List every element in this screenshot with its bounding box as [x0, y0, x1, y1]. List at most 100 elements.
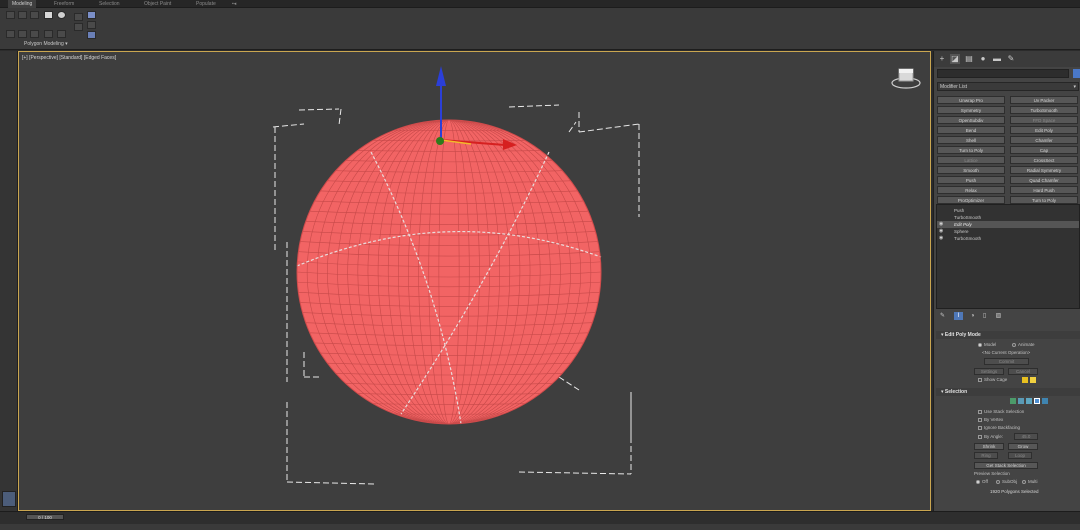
- visibility-eye-icon[interactable]: ◉: [939, 221, 943, 228]
- modifier-button[interactable]: Radial Symmetry: [1010, 166, 1078, 174]
- show-end-result-icon[interactable]: I: [954, 312, 963, 320]
- object-name-field[interactable]: [937, 69, 1069, 78]
- modifier-button[interactable]: Uv Packer: [1010, 96, 1078, 104]
- element-icon[interactable]: [57, 11, 66, 19]
- display-tab-icon[interactable]: ▬: [992, 54, 1002, 64]
- preview-off-radio[interactable]: Off: [976, 479, 988, 484]
- vertex-icon[interactable]: [30, 11, 39, 19]
- ribbon-panel-label[interactable]: Polygon Modeling ▾: [24, 41, 68, 47]
- loop-icon[interactable]: [87, 21, 96, 29]
- scene-explorer-toggle[interactable]: [2, 491, 16, 507]
- modifier-button[interactable]: OpenSubdiv: [937, 116, 1005, 124]
- pin-stack-icon[interactable]: ✎: [938, 312, 947, 320]
- remove-modifier-icon[interactable]: ▯: [980, 312, 989, 320]
- selection-rollout-header[interactable]: ▾ Selection: [936, 388, 1080, 396]
- model-radio[interactable]: Model: [978, 342, 996, 347]
- hierarchy-tab-icon[interactable]: ▤: [964, 54, 974, 64]
- grow-icon[interactable]: [74, 13, 83, 21]
- visibility-eye-icon[interactable]: ◉: [939, 235, 943, 242]
- edge-mode-icon[interactable]: [1018, 398, 1024, 404]
- track-bar[interactable]: [0, 524, 1080, 530]
- modifier-button[interactable]: Cap: [1010, 146, 1078, 154]
- by-angle-checkbox[interactable]: By Angle:: [978, 434, 1003, 439]
- stack-item[interactable]: ◉ Edit Poly: [937, 221, 1079, 228]
- modifier-button[interactable]: TurboSmooth: [1010, 106, 1078, 114]
- modify-tab-icon[interactable]: ◪: [950, 54, 960, 64]
- modifier-button[interactable]: Chamfer: [1010, 136, 1078, 144]
- cancel-button[interactable]: Cancel: [1008, 368, 1038, 375]
- cage-color-swatch-1[interactable]: [1022, 377, 1028, 383]
- configure-sets-icon[interactable]: ▨: [994, 312, 1003, 320]
- make-unique-icon[interactable]: ◑: [968, 312, 977, 320]
- ring-icon[interactable]: [87, 11, 96, 19]
- vertex-mode-icon[interactable]: [1010, 398, 1016, 404]
- ring-button[interactable]: Ring: [974, 452, 998, 459]
- perspective-viewport[interactable]: [+] [Perspective] [Standard] [Edged Face…: [18, 51, 931, 511]
- settings-button[interactable]: Settings: [974, 368, 1004, 375]
- modifier-button[interactable]: Turn to Poly: [937, 146, 1005, 154]
- modifier-button[interactable]: Quad Chamfer: [1010, 176, 1078, 184]
- modifier-button[interactable]: Relax: [937, 186, 1005, 194]
- collapse-icon[interactable]: [44, 30, 53, 38]
- tab-object-paint[interactable]: Object Paint: [140, 0, 175, 8]
- get-stack-selection-button[interactable]: Get Stack Selection: [974, 462, 1038, 469]
- border-mode-icon[interactable]: [1026, 398, 1032, 404]
- loop-button[interactable]: Loop: [1008, 452, 1032, 459]
- time-slider[interactable]: 0 / 100: [26, 514, 64, 520]
- tab-freeform[interactable]: Freeform: [50, 0, 78, 8]
- modifier-button[interactable]: Bend: [937, 126, 1005, 134]
- shrink-button[interactable]: Shrink: [974, 443, 1004, 450]
- object-color-swatch[interactable]: [1073, 69, 1080, 78]
- animate-radio[interactable]: Animate: [1012, 342, 1035, 347]
- by-angle-spinner[interactable]: 45.0: [1014, 433, 1038, 440]
- stack-item[interactable]: TurboSmooth: [937, 214, 1079, 221]
- visibility-eye-icon[interactable]: ◉: [939, 228, 943, 235]
- undo-icon[interactable]: [6, 11, 15, 19]
- modifier-button[interactable]: ProOptimizer: [937, 196, 1005, 204]
- modifier-button[interactable]: Edit Poly: [1010, 126, 1078, 134]
- modifier-button[interactable]: Lattice: [937, 156, 1005, 164]
- cage-color-swatch-2[interactable]: [1030, 377, 1036, 383]
- modifier-list-dropdown[interactable]: Modifier List ▾: [937, 82, 1079, 91]
- modifier-button[interactable]: Unwrap Pro: [937, 96, 1005, 104]
- tab-selection[interactable]: Selection: [95, 0, 124, 8]
- viewcube-icon[interactable]: [891, 66, 921, 90]
- modifier-button[interactable]: Hard Push: [1010, 186, 1078, 194]
- modifier-button[interactable]: Smooth: [937, 166, 1005, 174]
- show-cage-checkbox[interactable]: Show Cage: [978, 377, 1007, 382]
- modifier-icon[interactable]: [6, 30, 15, 38]
- commit-button[interactable]: Commit: [984, 358, 1029, 365]
- attach-icon[interactable]: [57, 30, 66, 38]
- modifier-button[interactable]: Turn to Poly: [1010, 196, 1078, 204]
- grow-button[interactable]: Grow: [1008, 443, 1038, 450]
- graphite-icon[interactable]: [87, 31, 96, 39]
- ribbon-options-icon[interactable]: ▪◂: [228, 0, 240, 8]
- by-vertex-checkbox[interactable]: By Vertex: [978, 417, 1003, 422]
- element-mode-icon[interactable]: [1042, 398, 1048, 404]
- stack-item[interactable]: ◉ Sphere: [937, 228, 1079, 235]
- edit-poly-mode-rollout-header[interactable]: ▾ Edit Poly Mode: [936, 331, 1080, 339]
- use-stack-selection-checkbox[interactable]: Use Stack Selection: [978, 409, 1024, 414]
- shrink-icon[interactable]: [74, 23, 83, 31]
- polygon-mode-icon[interactable]: [1034, 398, 1040, 404]
- modifier-button[interactable]: Push: [937, 176, 1005, 184]
- align-icon[interactable]: [30, 30, 39, 38]
- modifier-button[interactable]: Shell: [937, 136, 1005, 144]
- preview-multi-radio[interactable]: Multi: [1022, 479, 1038, 484]
- tab-modeling[interactable]: Modeling: [8, 0, 37, 8]
- modifier-button[interactable]: CrossSect: [1010, 156, 1078, 164]
- soft-sel-icon[interactable]: [18, 30, 27, 38]
- edit-icon[interactable]: [18, 11, 27, 19]
- preview-subobj-radio[interactable]: SubObj: [996, 479, 1017, 484]
- polygon-icon[interactable]: [44, 11, 53, 19]
- modifier-stack[interactable]: Push TurboSmooth ◉ Edit Poly ◉ Sphere ◉ TurboSm…: [936, 204, 1080, 309]
- utilities-tab-icon[interactable]: ✎: [1006, 54, 1016, 64]
- stack-item[interactable]: ◉ TurboSmooth: [937, 235, 1079, 242]
- create-tab-icon[interactable]: +: [937, 54, 947, 64]
- modifier-button[interactable]: Symmetry: [937, 106, 1005, 114]
- stack-item[interactable]: Push: [937, 207, 1079, 214]
- modifier-button[interactable]: FFD Space: [1010, 116, 1078, 124]
- tab-populate[interactable]: Populate: [192, 0, 220, 8]
- motion-tab-icon[interactable]: ●: [978, 54, 988, 64]
- ignore-backfacing-checkbox[interactable]: Ignore Backfacing: [978, 425, 1020, 430]
